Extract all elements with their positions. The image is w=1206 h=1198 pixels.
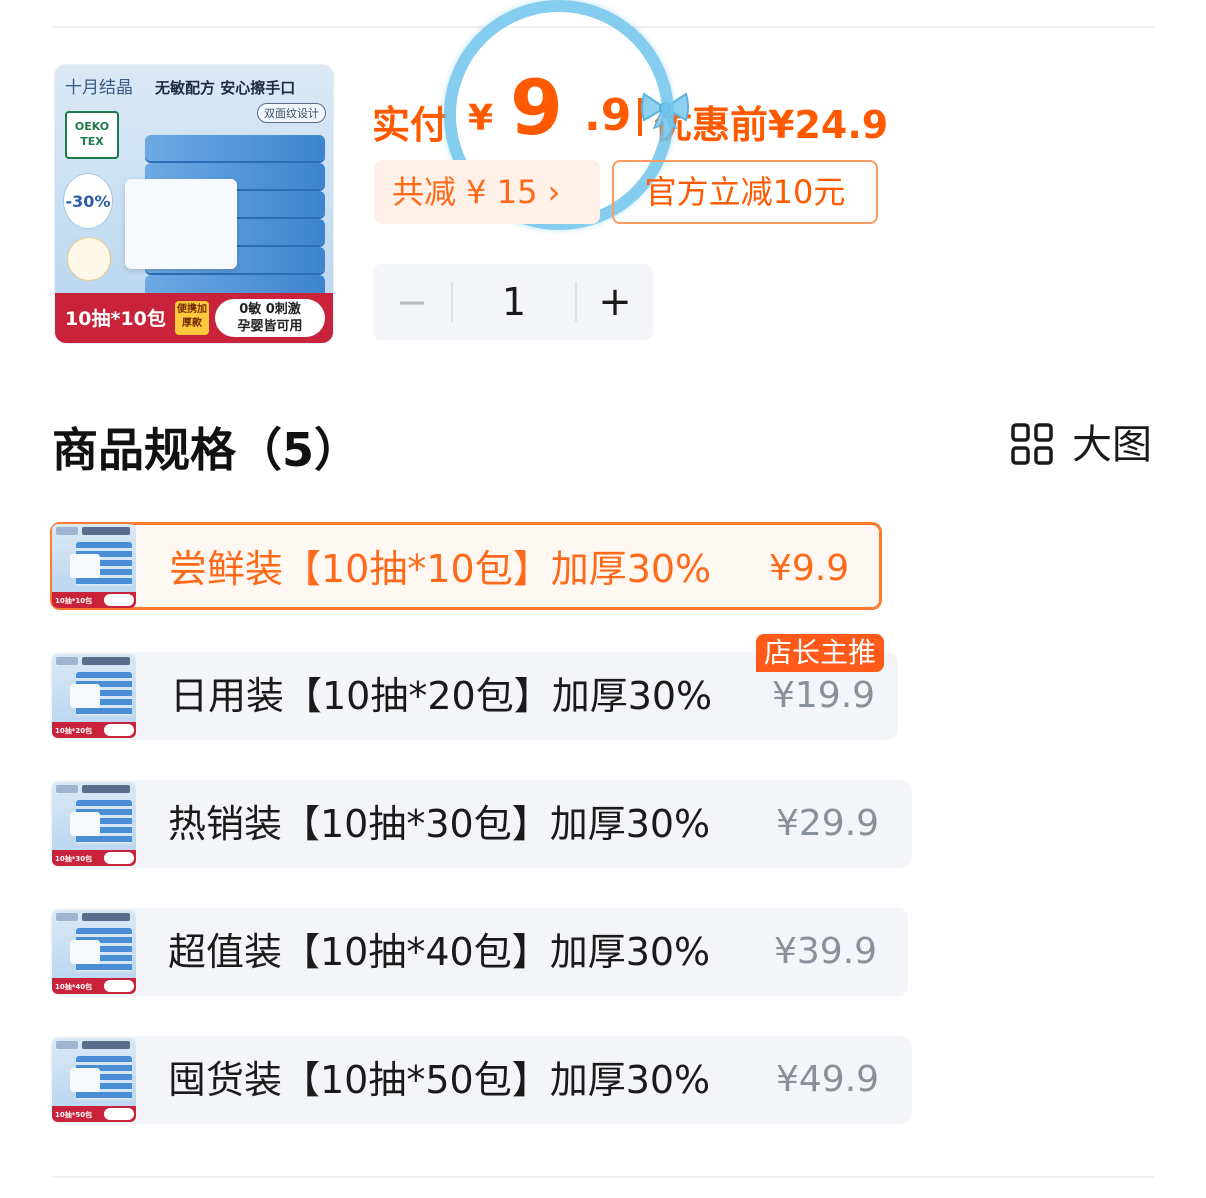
- spec-thumbnail: 10抽*40包: [52, 910, 136, 994]
- big-view-label: 大图: [1072, 422, 1152, 468]
- bottom-divider: [52, 1176, 1154, 1178]
- oeko-tex-badge: OEKO TEX: [65, 111, 119, 159]
- total-savings-tag[interactable]: 共减 ¥ 15 ›: [374, 160, 600, 224]
- product-portable-tag: 便携加厚款: [175, 301, 209, 335]
- store-recommend-badge: 店长主推: [756, 634, 885, 672]
- spec-thumbnail: 10抽*50包: [52, 1038, 136, 1122]
- spec-option-30pack[interactable]: 10抽*30包 热销装【10抽*30包】加厚30% ¥29.9: [50, 780, 912, 868]
- spec-option-price: ¥39.9: [774, 931, 878, 972]
- safety-shield-icon: [67, 237, 111, 281]
- gentle-pill-line1: 0敏 0刺激: [239, 302, 301, 317]
- product-pack-size-text: 10抽*10包: [65, 308, 166, 330]
- spec-thumbnail: 10抽*20包: [52, 654, 136, 738]
- spec-option-name: 尝鲜装【10抽*10包】加厚30%: [169, 547, 712, 591]
- grid-view-icon: [1011, 423, 1053, 465]
- product-gentle-pill: 0敏 0刺激 孕婴皆可用: [215, 299, 325, 337]
- oeko-line2: TEX: [80, 135, 104, 148]
- spec-option-price: ¥49.9: [776, 1059, 880, 1100]
- spec-option-name: 热销装【10抽*30包】加厚30%: [168, 802, 711, 846]
- spec-option-name: 日用装【10抽*20包】加厚30%: [170, 674, 713, 718]
- thickness-percent-badge: -30%: [63, 173, 113, 229]
- spec-option-50pack[interactable]: 10抽*50包 囤货装【10抽*50包】加厚30% ¥49.9: [50, 1036, 912, 1124]
- spec-option-40pack[interactable]: 10抽*40包 超值装【10抽*40包】加厚30% ¥39.9: [50, 908, 908, 996]
- product-slogan-text: 无敏配方 安心擦手口: [155, 79, 296, 97]
- gentle-pill-line2: 孕婴皆可用: [237, 319, 303, 334]
- spec-option-price: ¥9.9: [769, 548, 850, 589]
- spec-thumbnail: 10抽*30包: [52, 782, 136, 866]
- spec-section-title: 商品规格（5）: [52, 423, 361, 477]
- decrease-quantity-button[interactable]: −: [373, 264, 451, 340]
- product-feature-pill: 双面纹设计: [257, 103, 326, 123]
- pay-label: 实付: [372, 103, 449, 147]
- product-image[interactable]: 十月结晶 无敏配方 安心擦手口 双面纹设计 OEKO TEX -30% 10抽*…: [54, 64, 334, 344]
- spec-option-name: 囤货装【10抽*50包】加厚30%: [168, 1058, 711, 1102]
- official-discount-tag: 官方立减10元: [612, 160, 878, 224]
- quantity-value[interactable]: 1: [453, 264, 575, 340]
- oeko-line1: OEKO: [74, 120, 110, 133]
- spec-option-price: ¥29.9: [776, 803, 880, 844]
- spec-option-name: 超值装【10抽*40包】加厚30%: [168, 930, 711, 974]
- product-brand-text: 十月结晶: [65, 78, 133, 98]
- increase-quantity-button[interactable]: +: [577, 264, 653, 340]
- spec-thumbnail: 10抽*10包: [52, 524, 136, 608]
- spec-option-10pack[interactable]: 10抽*10包 尝鲜装【10抽*10包】加厚30% ¥9.9: [50, 522, 882, 610]
- quantity-stepper: − 1 +: [373, 264, 653, 340]
